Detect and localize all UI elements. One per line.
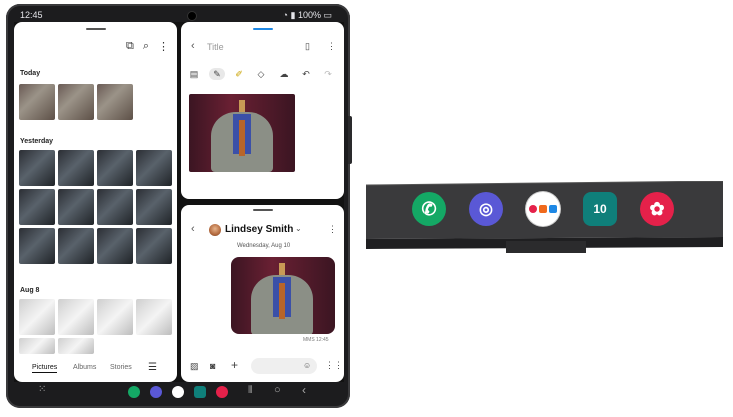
messages-pane[interactable]: ‹ Lindsey Smith ⌄ ⋮ Wednesday, Aug 10 MM… (181, 205, 344, 382)
photo-thumbnail[interactable] (19, 338, 55, 354)
more-options-icon[interactable]: ⋮ (327, 41, 336, 52)
photo-thumbnail[interactable] (58, 189, 94, 225)
main-screen: ⧉ ⌕ ⋮ Today Yesterday Aug 8 Pictures Alb… (14, 22, 344, 382)
photo-thumbnail[interactable] (19, 150, 55, 186)
pane-handle-active[interactable] (253, 28, 273, 30)
wifi-icon: ◔ (282, 10, 288, 20)
inserted-photo[interactable] (189, 94, 295, 172)
voice-icon[interactable]: ⋮⋮ (325, 360, 343, 371)
photo-thumbnail[interactable] (19, 228, 55, 264)
notes-mini-icon (539, 205, 547, 213)
calendar-app-icon[interactable]: 10 (583, 192, 617, 226)
battery-percent: 100% (297, 10, 321, 20)
phone-app-icon[interactable] (128, 386, 140, 398)
phone-app-icon[interactable]: ✆ (412, 192, 446, 226)
back-nav-icon[interactable]: ‹ (302, 383, 306, 397)
photo-thumbnail[interactable] (58, 338, 94, 354)
side-button (348, 116, 352, 164)
app-pair-icon[interactable] (172, 386, 184, 398)
book-view-icon[interactable]: ▯ (305, 41, 310, 52)
app-pair-icon[interactable] (526, 192, 560, 226)
photo-thumbnail[interactable] (136, 189, 172, 225)
gallery-app-icon[interactable] (216, 386, 228, 398)
section-aug-8: Aug 8 (20, 287, 40, 294)
highlighter-icon[interactable]: ✐ (231, 68, 247, 80)
recents-icon[interactable]: ⦀ (248, 385, 252, 396)
mms-photo[interactable] (231, 257, 335, 334)
search-icon[interactable]: ⌕ (143, 40, 149, 53)
tie (279, 283, 285, 319)
camera-attach-icon[interactable]: ◙ (210, 361, 215, 371)
gallery-tabs: Pictures Albums Stories ☰ (14, 359, 177, 379)
redo-icon[interactable]: ↷ (320, 68, 336, 80)
taskbar: ⁙ ⦀ ○ ‹ (14, 381, 344, 403)
messages-mini-icon (549, 205, 557, 213)
chevron-down-icon[interactable]: ⌄ (295, 224, 302, 233)
gallery-mini-icon (529, 205, 537, 213)
pane-handle[interactable] (253, 209, 273, 211)
status-time: 12:45 (20, 10, 43, 20)
apps-grid-icon[interactable]: ⁙ (38, 384, 46, 395)
more-options-icon[interactable]: ⋮ (328, 224, 337, 235)
home-icon[interactable]: ○ (274, 384, 281, 396)
eraser-icon[interactable]: ◇ (253, 68, 269, 80)
shape-icon[interactable]: ☁ (276, 68, 292, 80)
section-today: Today (20, 70, 41, 77)
message-meta: MMS 12:45 (303, 337, 329, 343)
tie (239, 120, 245, 156)
add-icon[interactable]: + (231, 358, 238, 372)
photo-thumbnail[interactable] (58, 150, 94, 186)
tab-pictures[interactable]: Pictures (32, 364, 58, 373)
photo-thumbnail[interactable] (136, 228, 172, 264)
avatar[interactable] (209, 224, 221, 236)
menu-icon[interactable]: ☰ (148, 362, 157, 373)
signal-icon: ▮ (290, 10, 296, 20)
gallery-pane[interactable]: ⧉ ⌕ ⋮ Today Yesterday Aug 8 Pictures Alb… (14, 22, 177, 382)
text-tool-icon[interactable]: ▤ (186, 68, 202, 80)
calendar-app-icon[interactable] (194, 386, 206, 398)
tab-albums[interactable]: Albums (73, 364, 96, 371)
photo-thumbnail[interactable] (97, 228, 133, 264)
photo-thumbnail[interactable] (97, 299, 133, 335)
photo-thumbnail[interactable] (58, 228, 94, 264)
photo-thumbnail[interactable] (58, 84, 94, 120)
photo-thumbnail[interactable] (136, 299, 172, 335)
status-right: ◔ ▮ 100% ▭ (283, 10, 332, 21)
gallery-app-icon[interactable]: ✿ (640, 192, 674, 226)
note-title[interactable]: Title (207, 42, 224, 52)
internet-app-icon[interactable]: ◎ (469, 192, 503, 226)
gallery-toolbar: ⧉ ⌕ ⋮ (126, 40, 169, 53)
emoji-icon[interactable]: ☺ (303, 361, 311, 370)
photo-thumbnail[interactable] (19, 189, 55, 225)
contact-name[interactable]: Lindsey Smith (225, 224, 293, 235)
internet-app-icon[interactable] (150, 386, 162, 398)
more-options-icon[interactable]: ⋮ (158, 40, 169, 53)
photo-thumbnail[interactable] (136, 150, 172, 186)
pane-handle[interactable] (86, 28, 106, 30)
back-icon[interactable]: ‹ (191, 40, 195, 52)
undo-icon[interactable]: ↶ (298, 68, 314, 80)
notes-pane[interactable]: ‹ Title ▯ ⋮ ▤ ✎ ✐ ◇ ☁ ↶ ↷ (181, 22, 344, 199)
select-icon[interactable]: ⧉ (126, 40, 134, 53)
gallery-attach-icon[interactable]: ▨ (190, 361, 199, 372)
message-date: Wednesday, Aug 10 (237, 243, 291, 249)
camera-icon (187, 11, 197, 21)
back-icon[interactable]: ‹ (191, 223, 195, 235)
battery-icon: ▭ (323, 10, 332, 20)
photo-thumbnail[interactable] (19, 84, 55, 120)
photo-thumbnail[interactable] (58, 299, 94, 335)
status-bar: 12:45 ◔ ▮ 100% ▭ (14, 8, 344, 22)
section-yesterday: Yesterday (20, 138, 54, 145)
pen-tool-icon[interactable]: ✎ (209, 68, 225, 80)
tab-stories[interactable]: Stories (110, 364, 132, 371)
photo-thumbnail[interactable] (97, 189, 133, 225)
photo-thumbnail[interactable] (97, 84, 133, 120)
photo-thumbnail[interactable] (97, 150, 133, 186)
photo-thumbnail[interactable] (19, 299, 55, 335)
